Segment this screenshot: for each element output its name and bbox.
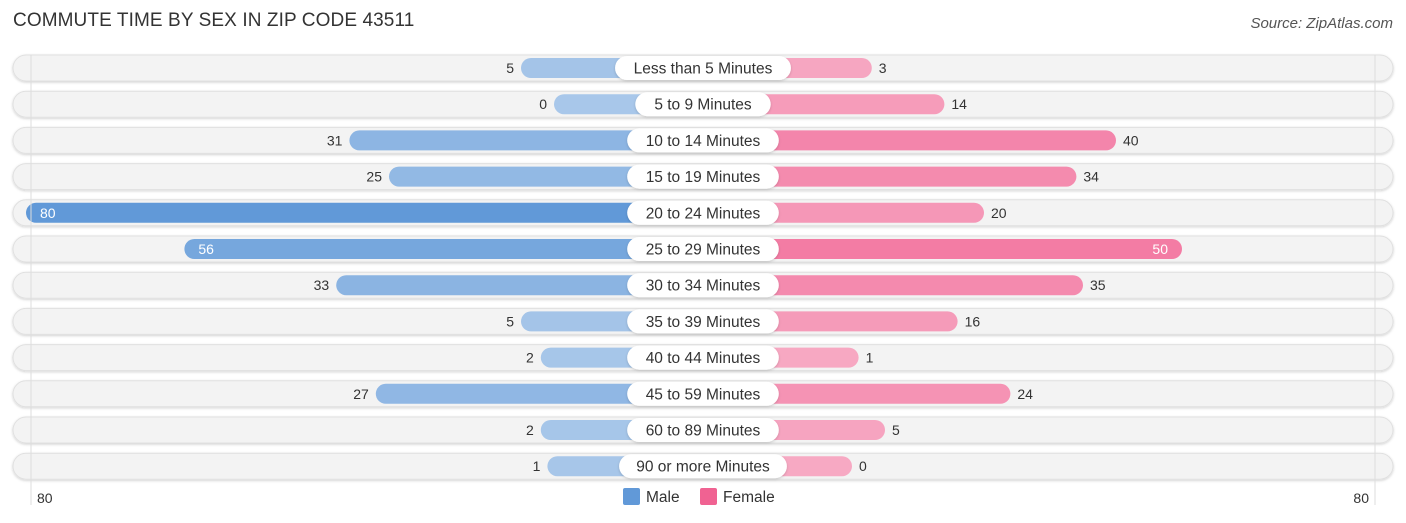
value-label-male: 5 [506, 60, 514, 76]
category-label: 25 to 29 Minutes [646, 242, 761, 259]
category-label: 30 to 34 Minutes [646, 278, 761, 295]
value-label-male: 5 [506, 313, 514, 329]
chart-row: 10 to 14 Minutes 31 40 [12, 126, 1394, 154]
axis-tick-left: 80 [37, 490, 53, 506]
category-label: 15 to 19 Minutes [646, 169, 761, 186]
chart-row: 45 to 59 Minutes 27 24 [12, 380, 1394, 408]
value-label-female: 16 [965, 313, 981, 329]
chart-row: 90 or more Minutes 1 0 [12, 452, 1394, 480]
value-label-male: 56 [198, 241, 214, 257]
chart-row: 35 to 39 Minutes 5 16 [12, 307, 1394, 335]
chart-row: 5 to 9 Minutes 0 14 [12, 90, 1394, 118]
value-label-male: 33 [314, 277, 330, 293]
category-label: 20 to 24 Minutes [646, 205, 761, 222]
value-label-female: 20 [991, 205, 1007, 221]
axis-tick-right: 80 [1353, 490, 1369, 506]
category-label: 45 to 59 Minutes [646, 386, 761, 403]
chart-row: Less than 5 Minutes 5 3 [12, 54, 1394, 82]
value-label-female: 1 [866, 350, 874, 366]
value-label-male: 2 [526, 422, 534, 438]
legend-item-male[interactable]: Male [623, 488, 680, 506]
legend-label-male: Male [646, 489, 680, 506]
chart-row: 30 to 34 Minutes 33 35 [12, 271, 1394, 299]
bar-male [184, 239, 703, 259]
value-label-female: 0 [859, 458, 867, 474]
chart-row: 20 to 24 Minutes 80 20 [12, 199, 1394, 227]
value-label-female: 50 [1152, 241, 1168, 257]
legend-item-female[interactable]: Female [700, 488, 775, 506]
value-label-female: 14 [951, 96, 967, 112]
chart-canvas: Less than 5 Minutes5 35 to 9 Minutes0 1410… [12, 54, 1394, 506]
category-label: Less than 5 Minutes [634, 61, 773, 78]
category-label: 5 to 9 Minutes [654, 97, 752, 114]
chart-row: 60 to 89 Minutes 2 5 [12, 416, 1394, 444]
legend-label-female: Female [723, 489, 775, 506]
chart-row: 15 to 19 Minutes 25 34 [12, 163, 1394, 191]
legend-swatch-male [623, 488, 640, 505]
category-label: 10 to 14 Minutes [646, 133, 761, 150]
category-label: 35 to 39 Minutes [646, 314, 761, 331]
bar-male [26, 202, 703, 223]
category-label: 90 or more Minutes [636, 459, 770, 476]
value-label-female: 5 [892, 422, 900, 438]
category-label: 60 to 89 Minutes [646, 423, 761, 440]
chart-row: 25 to 29 Minutes 56 50 [12, 235, 1394, 263]
legend-swatch-female [700, 488, 717, 505]
value-label-male: 2 [526, 350, 534, 366]
value-label-female: 35 [1090, 277, 1106, 293]
value-label-male: 25 [366, 169, 382, 185]
value-label-female: 3 [879, 60, 887, 76]
category-label: 40 to 44 Minutes [646, 350, 761, 367]
chart-row: 40 to 44 Minutes 2 1 [12, 344, 1394, 372]
value-label-male: 31 [327, 132, 343, 148]
value-label-female: 34 [1083, 169, 1099, 185]
value-label-male: 1 [533, 458, 541, 474]
value-label-male: 27 [353, 386, 369, 402]
value-label-male: 0 [539, 96, 547, 112]
value-label-female: 24 [1017, 386, 1033, 402]
value-label-male: 80 [40, 205, 56, 221]
value-label-female: 40 [1123, 132, 1139, 148]
